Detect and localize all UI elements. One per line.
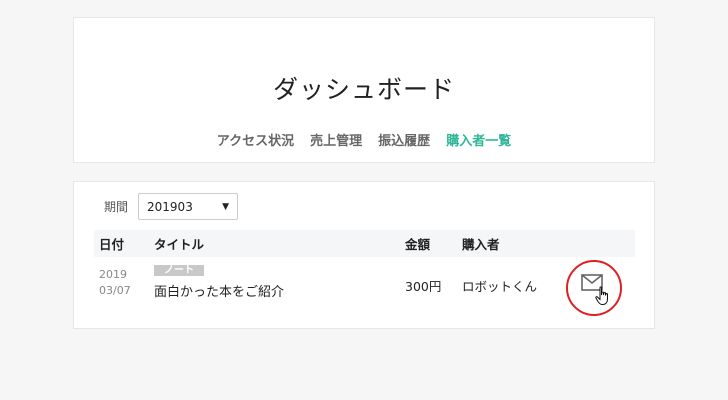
tab-access-status[interactable]: アクセス状況	[217, 130, 294, 149]
tab-transfer-history[interactable]: 振込履歴	[378, 130, 430, 149]
buyer-table: 日付 タイトル 金額 購入者 2019 03/07 ノート 面白かった本をご紹介…	[94, 230, 635, 316]
period-select[interactable]: 201903 ▼	[138, 193, 239, 220]
dashboard-header-card: ダッシュボード アクセス状況 売上管理 振込履歴 購入者一覧	[73, 17, 655, 163]
column-header-buyer: 購入者	[462, 237, 500, 252]
page-title: ダッシュボード	[272, 75, 455, 104]
column-header-amount: 金額	[405, 237, 431, 252]
content-type-badge: ノート	[154, 265, 204, 276]
tab-sales-management[interactable]: 売上管理	[310, 130, 362, 149]
period-label: 期間	[104, 200, 129, 214]
dashboard-nav: アクセス状況 売上管理 振込履歴 購入者一覧	[74, 130, 654, 149]
period-select-value: 201903	[147, 199, 193, 214]
column-header-date: 日付	[99, 237, 125, 252]
content-title[interactable]: 面白かった本をご紹介	[154, 281, 284, 300]
buyer-name[interactable]: ロボットくん	[462, 276, 537, 295]
tab-buyer-list[interactable]: 購入者一覧	[446, 130, 511, 149]
caret-down-icon: ▼	[222, 201, 230, 212]
period-filter: 期間 201903 ▼	[104, 193, 239, 220]
purchase-date: 2019 03/07	[99, 267, 131, 299]
table-header: 日付 タイトル 金額 購入者	[94, 230, 635, 257]
column-header-title: タイトル	[154, 237, 205, 252]
purchase-date-day: 03/07	[99, 284, 131, 297]
purchase-amount: 300円	[405, 279, 442, 294]
table-row: 2019 03/07 ノート 面白かった本をご紹介 300円 ロボットくん	[94, 257, 635, 316]
hand-cursor-icon	[595, 286, 608, 305]
buyer-list-card: 期間 201903 ▼ 日付 タイトル 金額 購入者 2019 03/07 ノー…	[73, 181, 655, 329]
purchase-date-year: 2019	[99, 268, 127, 281]
